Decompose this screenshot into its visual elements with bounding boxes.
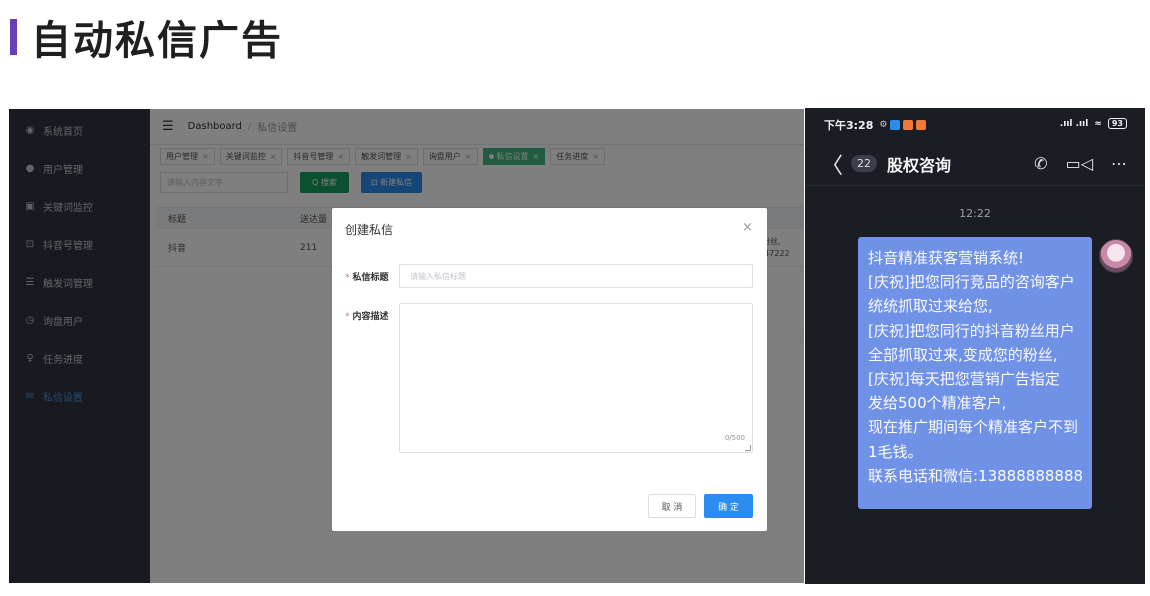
message-line: 现在推广期间每个精准客户不到 [868, 418, 1079, 437]
resize-handle-icon[interactable] [745, 445, 751, 451]
create-message-dialog: 创建私信 × * 私信标题 请输入私信标题 * 内容描述 0/500 取 消 确 定 [332, 208, 767, 531]
title-accent-bar [10, 19, 17, 55]
message-time: 12:22 [959, 207, 991, 220]
notification-icons: ⚙ [879, 120, 927, 130]
avatar[interactable] [1099, 239, 1133, 273]
app-notification-icon [916, 120, 927, 130]
content-label-text: 内容描述 [352, 312, 389, 322]
message-line: 统统抓取过来给您, [868, 297, 993, 316]
message-line: [庆祝]把您同行竞品的咨询客户 [868, 273, 1075, 292]
message-title-input[interactable]: 请输入私信标题 [399, 264, 753, 288]
message-line: 1毛钱。 [868, 442, 923, 461]
pager-fragment: 共 [801, 328, 804, 341]
chat-name: 股权咨询 [887, 155, 952, 175]
message-line: 发给500个精准客户, [868, 394, 1007, 413]
title-label-text: 私信标题 [352, 273, 389, 283]
message-line: [庆祝]每天把您营销广告指定 [868, 370, 1060, 389]
more-icon[interactable]: ⋯ [1111, 154, 1127, 173]
char-counter: 0/500 [724, 434, 745, 442]
dialog-title: 创建私信 [345, 223, 394, 237]
battery-icon: 93 [1107, 118, 1127, 129]
content-label: * 内容描述 [345, 309, 389, 322]
header-actions: ✆ ▭◁ ⋯ [1034, 154, 1127, 173]
status-time: 下午3:28 [824, 119, 874, 132]
message-bubble[interactable]: 抖音精准获客营销系统! [庆祝]把您同行竞品的咨询客户 统统抓取过来给您, [庆祝]把… [858, 237, 1092, 509]
status-right: .ııl .ııl ≈ 93 [1060, 118, 1127, 129]
alarm-icon: ⚙ [879, 120, 888, 130]
wifi-icon: ≈ [1094, 118, 1102, 129]
cancel-button[interactable]: 取 消 [648, 494, 696, 518]
message-line: 抖音精准获客营销系统! [868, 249, 1025, 267]
app-notification-icon [890, 120, 901, 130]
title-label: * 私信标题 [345, 270, 389, 283]
chat-header: 〈 22 股权咨询 ✆ ▭◁ ⋯ [805, 142, 1145, 186]
required-mark: * [345, 273, 350, 283]
phone-screenshot: 下午3:28 ⚙ .ııl .ııl ≈ 93 〈 22 股权咨询 ✆ ▭◁ ⋯ [805, 108, 1145, 584]
confirm-button[interactable]: 确 定 [704, 494, 753, 518]
video-call-icon[interactable]: ▭◁ [1066, 154, 1093, 173]
content-textarea[interactable]: 0/500 [399, 303, 753, 453]
app-notification-icon [903, 120, 914, 130]
message-line: 全部抓取过来,变成您的粉丝, [868, 345, 1058, 364]
message-line: 联系电话和微信:13888888888 [868, 466, 1084, 485]
back-icon[interactable]: 〈 [821, 148, 843, 180]
unread-badge: 22 [851, 155, 878, 172]
phone-call-icon[interactable]: ✆ [1034, 154, 1047, 173]
close-icon[interactable]: × [742, 220, 753, 235]
signal-icon: .ııl .ııl [1059, 118, 1089, 129]
required-mark: * [345, 312, 350, 322]
slide-title: 自动私信广告 [10, 8, 283, 66]
page-title: 自动私信广告 [31, 18, 283, 64]
status-bar: 下午3:28 ⚙ .ııl .ııl ≈ 93 [805, 108, 1145, 142]
slide: 自动私信广告 ◉系统首页●用户管理▣关键词监控⊡抖音号管理☰触发词管理◷询盘用户… [0, 0, 1150, 596]
message-line: [庆祝]把您同行的抖音粉丝用户 [868, 321, 1075, 340]
